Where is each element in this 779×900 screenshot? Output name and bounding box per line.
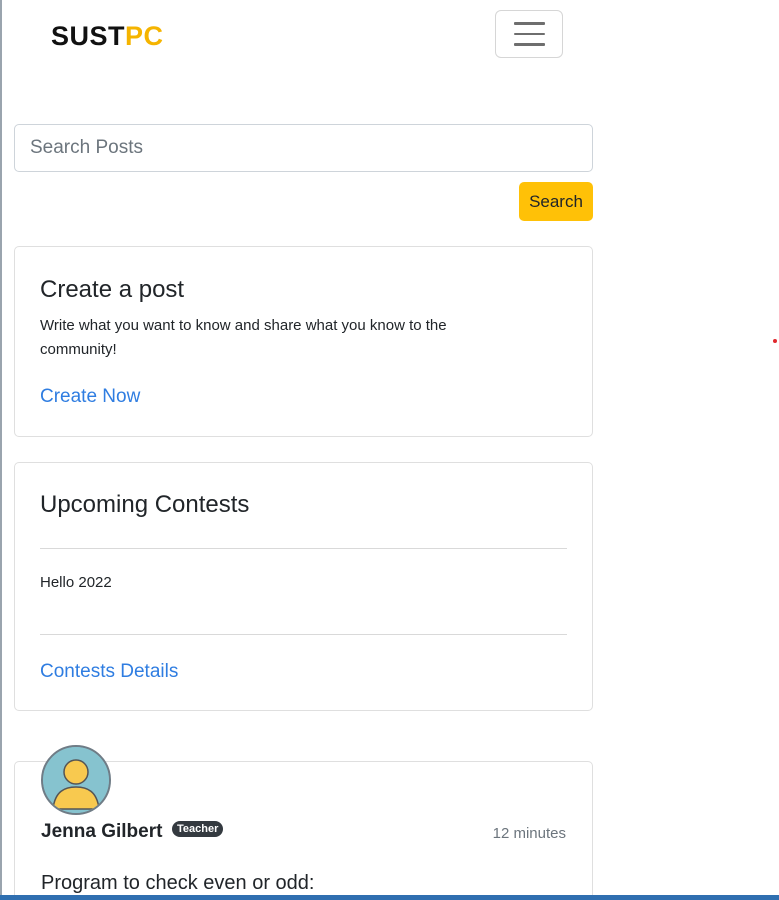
contest-item[interactable]: Hello 2022 bbox=[40, 571, 520, 595]
divider bbox=[40, 634, 567, 635]
brand-text-primary: SUST bbox=[51, 21, 126, 51]
hamburger-menu-icon bbox=[513, 22, 545, 25]
post-timestamp: 12 minutes bbox=[492, 825, 566, 842]
hamburger-menu-icon-bar bbox=[513, 32, 545, 36]
post-author-name[interactable]: Jenna Gilbert bbox=[41, 820, 162, 844]
post-title[interactable]: Program to check even or odd: bbox=[41, 870, 314, 896]
avatar[interactable] bbox=[41, 745, 111, 815]
search-button[interactable]: Search bbox=[519, 182, 593, 221]
role-badge: Teacher bbox=[172, 821, 224, 837]
user-avatar-icon bbox=[43, 747, 109, 813]
contests-details-link[interactable]: Contests Details bbox=[40, 660, 178, 684]
page: SUSTPC Search Create a post Write what y… bbox=[0, 0, 779, 900]
navbar-toggle-button[interactable] bbox=[495, 10, 563, 58]
upcoming-contests-card: Upcoming Contests Hello 2022 Contests De… bbox=[14, 462, 593, 711]
create-post-description: Write what you want to know and share wh… bbox=[40, 317, 447, 358]
create-post-title: Create a post bbox=[40, 276, 185, 303]
window-edge bbox=[0, 0, 2, 900]
hamburger-menu-icon-bar bbox=[513, 43, 545, 46]
create-now-link[interactable]: Create Now bbox=[40, 385, 140, 409]
divider bbox=[40, 548, 567, 549]
upcoming-contests-title: Upcoming Contests bbox=[40, 491, 250, 518]
taskbar-edge bbox=[0, 895, 779, 900]
brand-logo[interactable]: SUSTPC bbox=[51, 20, 164, 52]
navbar: SUSTPC bbox=[0, 0, 779, 72]
brand-text-accent: PC bbox=[125, 21, 164, 51]
red-dot-marker bbox=[773, 339, 777, 343]
create-post-card: Create a post Write what you want to kno… bbox=[14, 246, 593, 437]
search-input[interactable] bbox=[14, 124, 593, 172]
